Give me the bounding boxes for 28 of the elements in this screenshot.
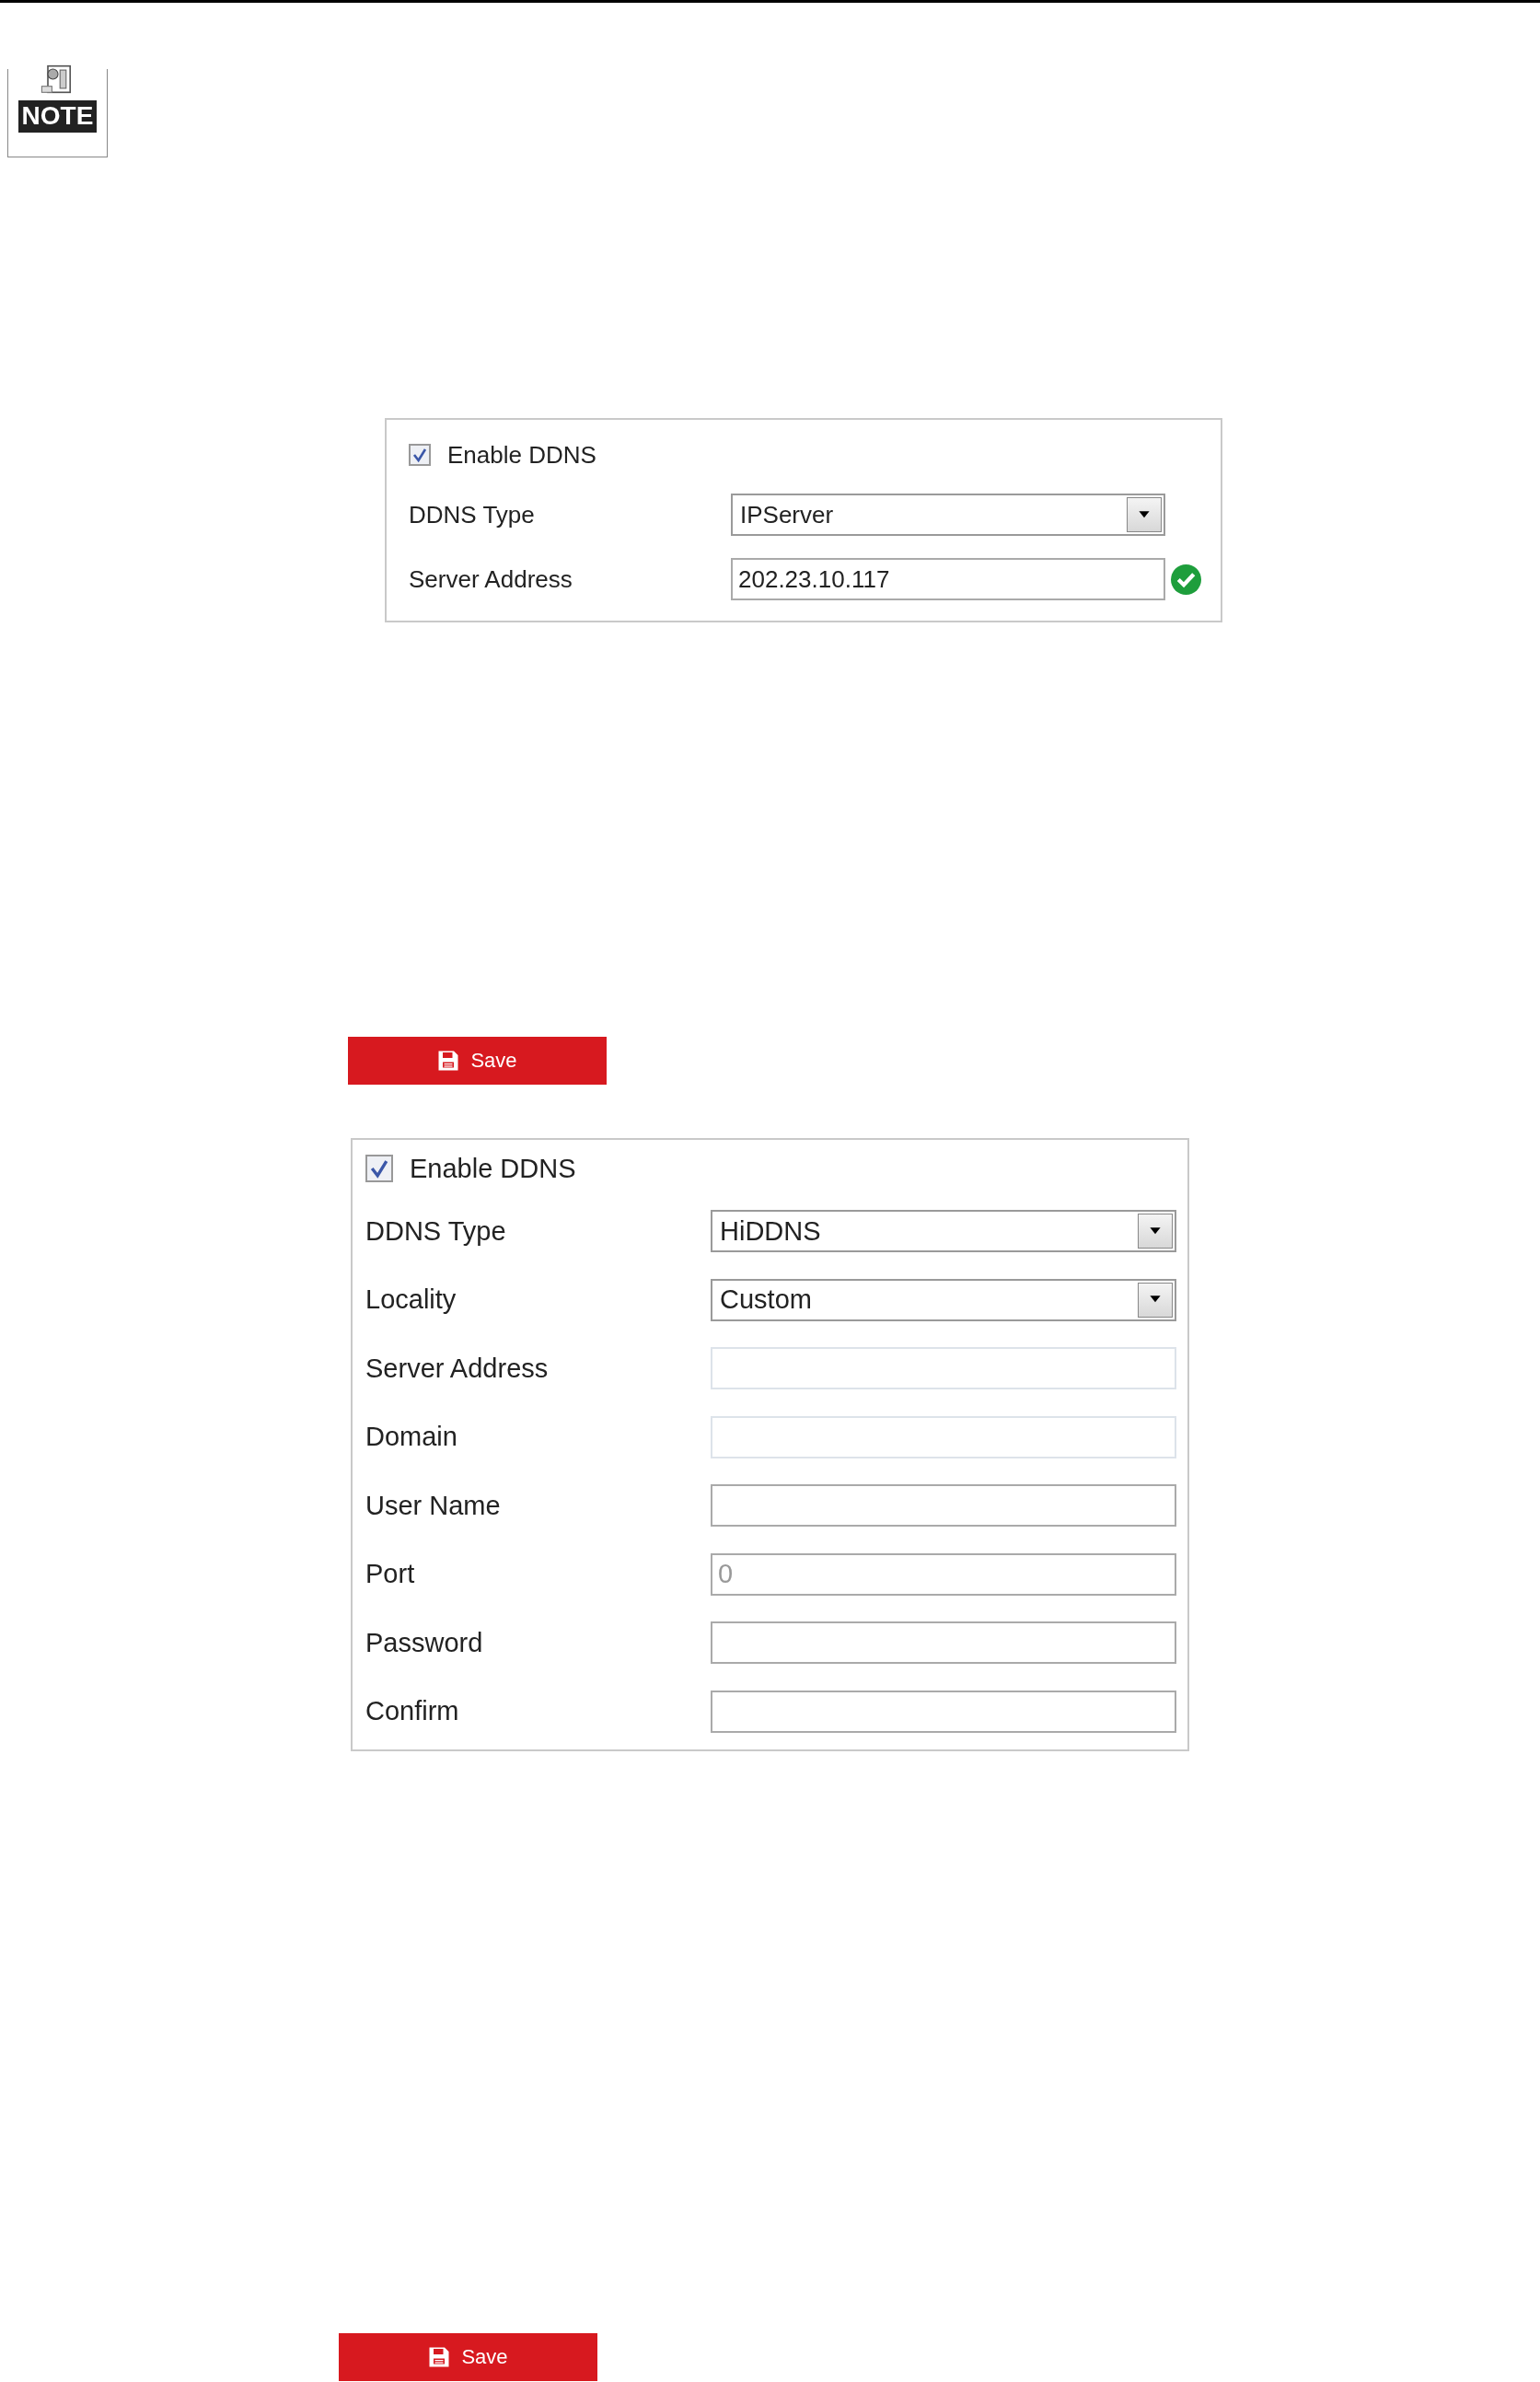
field-label: DDNS Type	[409, 500, 536, 529]
field-label: Confirm	[365, 1696, 460, 1727]
field-label: Server Address	[365, 1353, 550, 1384]
caret-icon	[1127, 497, 1162, 532]
field-label: DDNS Type	[365, 1215, 507, 1247]
caret-icon	[1138, 1282, 1173, 1318]
field-label: Domain	[365, 1422, 458, 1453]
field-label: User Name	[365, 1490, 502, 1521]
checkbox[interactable]	[365, 1155, 393, 1182]
dropdown[interactable]: HiDDNS	[711, 1210, 1176, 1253]
note-label: NOTE	[17, 100, 98, 133]
field-label: Port	[365, 1559, 416, 1590]
field-label: Locality	[365, 1284, 457, 1316]
input-field[interactable]: 202.23.10.117	[731, 558, 1165, 600]
caret-icon	[1138, 1214, 1173, 1249]
checkbox-label: Enable DDNS	[410, 1153, 576, 1184]
input-field[interactable]	[711, 1621, 1176, 1665]
dropdown[interactable]: Custom	[711, 1278, 1176, 1321]
dropdown[interactable]: IPServer	[731, 494, 1165, 536]
save-button[interactable]: Save	[339, 2333, 597, 2381]
input-field[interactable]: 0	[711, 1552, 1176, 1596]
field-label: Server Address	[409, 564, 573, 594]
checkbox-label: Enable DDNS	[447, 440, 596, 470]
checkbox[interactable]	[409, 444, 431, 466]
save-button[interactable]: Save	[348, 1037, 607, 1085]
input-field[interactable]	[711, 1484, 1176, 1528]
input-field[interactable]	[711, 1690, 1176, 1733]
field-label: Password	[365, 1627, 484, 1658]
